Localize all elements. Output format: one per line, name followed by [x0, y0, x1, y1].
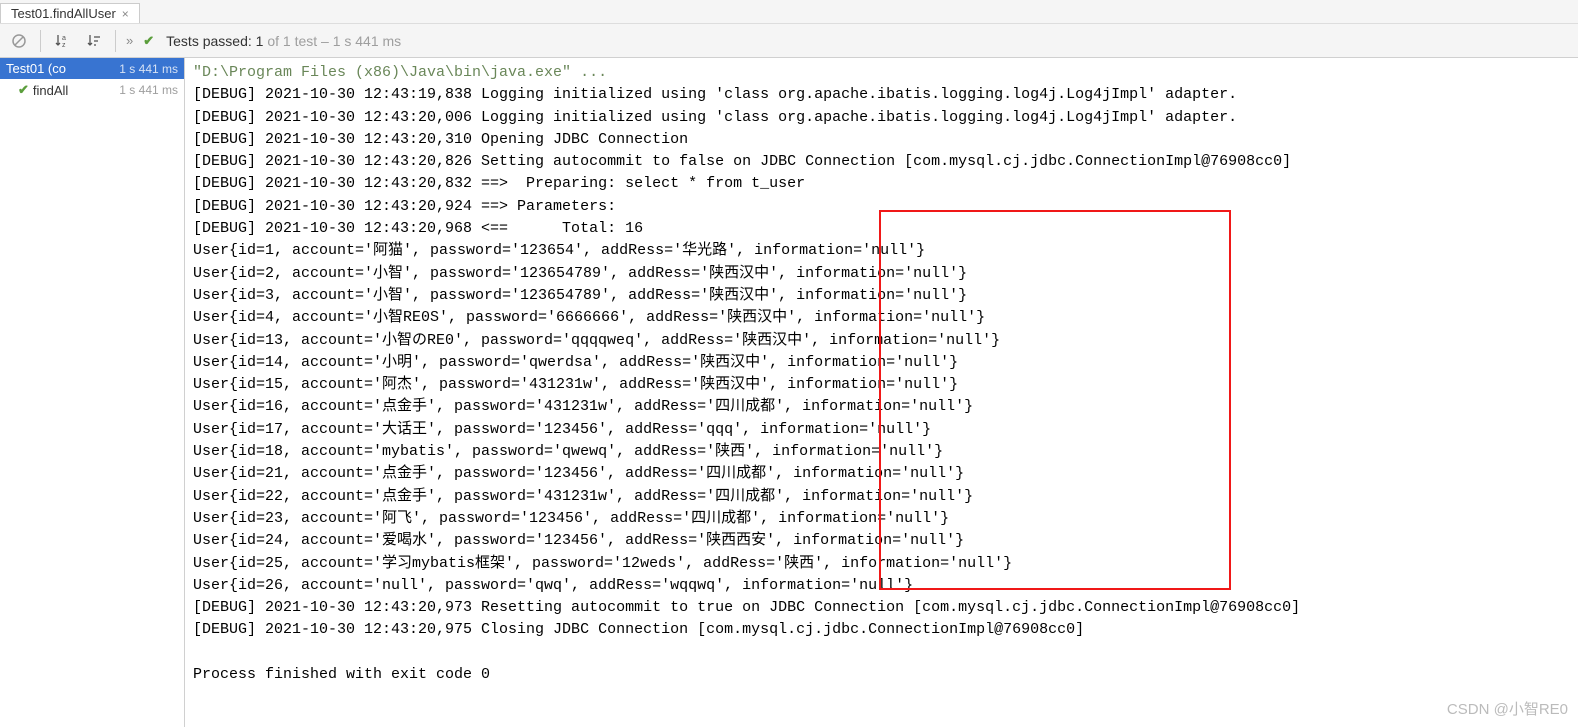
console-output[interactable]: "D:\Program Files (x86)\Java\bin\java.ex…: [185, 58, 1578, 727]
tree-child-label: findAll: [33, 83, 68, 98]
chevron-right-icon[interactable]: »: [126, 33, 133, 48]
editor-tab[interactable]: Test01.findAllUser ×: [0, 3, 140, 23]
divider: [115, 30, 116, 52]
test-status: Tests passed: 1 of 1 test – 1 s 441 ms: [166, 33, 401, 49]
sort-alpha-icon[interactable]: az: [51, 30, 73, 52]
test-tree: Test01 (co 1 s 441 ms ✔ findAll 1 s 441 …: [0, 58, 185, 727]
tree-child[interactable]: ✔ findAll 1 s 441 ms: [0, 79, 184, 101]
console-body: [DEBUG] 2021-10-30 12:43:19,838 Logging …: [193, 86, 1300, 683]
check-icon: ✔: [143, 33, 154, 49]
check-icon: ✔: [18, 82, 29, 98]
tab-title: Test01.findAllUser: [11, 6, 116, 21]
tree-root-time: 1 s 441 ms: [119, 62, 178, 76]
tree-child-time: 1 s 441 ms: [119, 83, 178, 97]
sort-icon[interactable]: [83, 30, 105, 52]
svg-text:z: z: [62, 42, 66, 49]
tree-root[interactable]: Test01 (co 1 s 441 ms: [0, 58, 184, 79]
svg-text:a: a: [62, 35, 66, 42]
stop-icon[interactable]: [8, 30, 30, 52]
watermark: CSDN @小智RE0: [1447, 699, 1568, 721]
tab-bar: Test01.findAllUser ×: [0, 0, 1578, 24]
status-of: of 1 test: [267, 33, 317, 49]
tree-root-label: Test01 (co: [6, 61, 66, 76]
divider: [40, 30, 41, 52]
status-prefix: Tests passed:: [166, 33, 252, 49]
main-panel: Test01 (co 1 s 441 ms ✔ findAll 1 s 441 …: [0, 58, 1578, 727]
close-icon[interactable]: ×: [122, 7, 129, 21]
test-toolbar: az » ✔ Tests passed: 1 of 1 test – 1 s 4…: [0, 24, 1578, 58]
status-time: – 1 s 441 ms: [321, 33, 401, 49]
console-command: "D:\Program Files (x86)\Java\bin\java.ex…: [193, 64, 607, 81]
status-count: 1: [256, 33, 264, 49]
